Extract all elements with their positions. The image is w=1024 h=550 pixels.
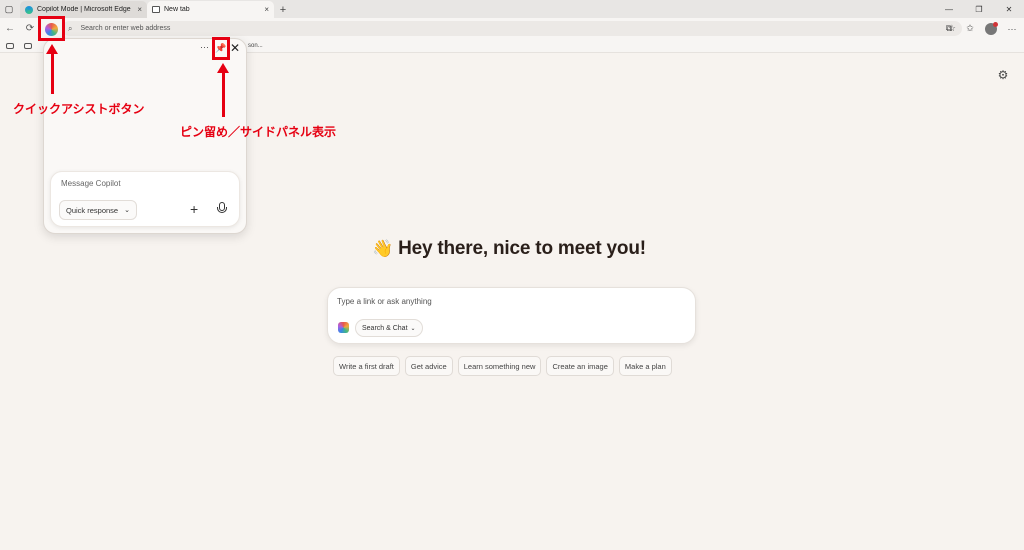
suggestion-chip[interactable]: Learn something new xyxy=(457,356,542,376)
new-tab-button[interactable]: + xyxy=(274,1,292,18)
annotation-pin-label: ピン留め／サイドパネル表示 xyxy=(180,125,337,139)
tab-strip: ▢ Copilot Mode | Microsoft Edge × New ta… xyxy=(0,0,1024,18)
tab-actions-icon[interactable]: ▢ xyxy=(0,0,18,18)
response-mode-dropdown[interactable]: Quick response ⌄ xyxy=(59,200,137,220)
suggestion-chip[interactable]: Get advice xyxy=(404,356,453,376)
tab-new-tab[interactable]: New tab × xyxy=(147,1,274,18)
folder-icon[interactable] xyxy=(24,42,32,49)
favorites-icon[interactable]: ✩ xyxy=(962,21,978,37)
greeting-heading: 👋 Hey there, nice to meet you! xyxy=(372,238,646,260)
annotation-quick-assist-label: クイックアシストボタン xyxy=(13,102,145,116)
search-mode-label: Search & Chat xyxy=(362,324,408,332)
search-icon: ⌕ xyxy=(68,23,73,33)
tab-close-icon[interactable]: × xyxy=(137,5,142,14)
chevron-down-icon: ⌄ xyxy=(124,207,130,214)
favorite-item[interactable]: son... xyxy=(248,43,263,49)
message-placeholder: Message Copilot xyxy=(61,179,121,188)
address-placeholder: Search or enter web address xyxy=(80,25,171,32)
suggestion-chip[interactable]: Make a plan xyxy=(618,356,672,376)
waving-hand-icon: 👋 xyxy=(372,239,393,258)
page-icon xyxy=(152,6,160,13)
split-screen-icon[interactable]: ⧉ xyxy=(941,21,957,37)
restore-icon[interactable]: ❐ xyxy=(964,0,994,18)
back-icon[interactable]: ← xyxy=(0,19,20,39)
window-close-icon[interactable]: ✕ xyxy=(994,0,1024,18)
gamepad-icon[interactable] xyxy=(6,42,14,49)
page-settings-gear-icon[interactable]: ⚙ xyxy=(996,68,1010,82)
suggestion-chip[interactable]: Create an image xyxy=(546,356,614,376)
tab-title: New tab xyxy=(164,6,190,13)
avatar[interactable] xyxy=(983,21,999,37)
suggestion-chip[interactable]: Write a first draft xyxy=(333,356,400,376)
annotation-box-quick-assist xyxy=(38,16,65,41)
copilot-icon xyxy=(338,322,349,333)
search-placeholder: Type a link or ask anything xyxy=(337,297,432,306)
search-mode-dropdown[interactable]: Search & Chat ⌄ xyxy=(355,319,423,337)
refresh-icon[interactable]: ⟳ xyxy=(20,19,40,39)
tab-close-icon[interactable]: × xyxy=(264,5,269,14)
greeting-text: Hey there, nice to meet you! xyxy=(398,238,646,259)
window-controls: — ❐ ✕ xyxy=(934,0,1024,18)
microphone-icon[interactable] xyxy=(216,202,228,216)
toolbar-right: ⧉ ✩ ··· xyxy=(941,19,1020,38)
chevron-down-icon: ⌄ xyxy=(410,325,416,332)
add-attachment-button[interactable]: + xyxy=(190,202,198,216)
response-mode-label: Quick response xyxy=(66,205,119,215)
minimize-icon[interactable]: — xyxy=(934,0,964,18)
more-menu-icon[interactable]: ··· xyxy=(1004,21,1020,37)
popup-more-icon[interactable]: ··· xyxy=(200,42,209,52)
annotation-box-pin xyxy=(212,37,230,60)
suggestion-chips: Write a first draft Get advice Learn som… xyxy=(333,356,672,376)
annotation-arrow-pin xyxy=(217,63,229,117)
popup-close-icon[interactable]: ✕ xyxy=(230,41,240,55)
edge-icon xyxy=(25,5,33,14)
tab-title: Copilot Mode | Microsoft Edge xyxy=(37,6,131,13)
address-bar[interactable]: ⌕ Search or enter web address ☆ xyxy=(62,21,962,36)
annotation-arrow-quick-assist xyxy=(46,44,58,94)
